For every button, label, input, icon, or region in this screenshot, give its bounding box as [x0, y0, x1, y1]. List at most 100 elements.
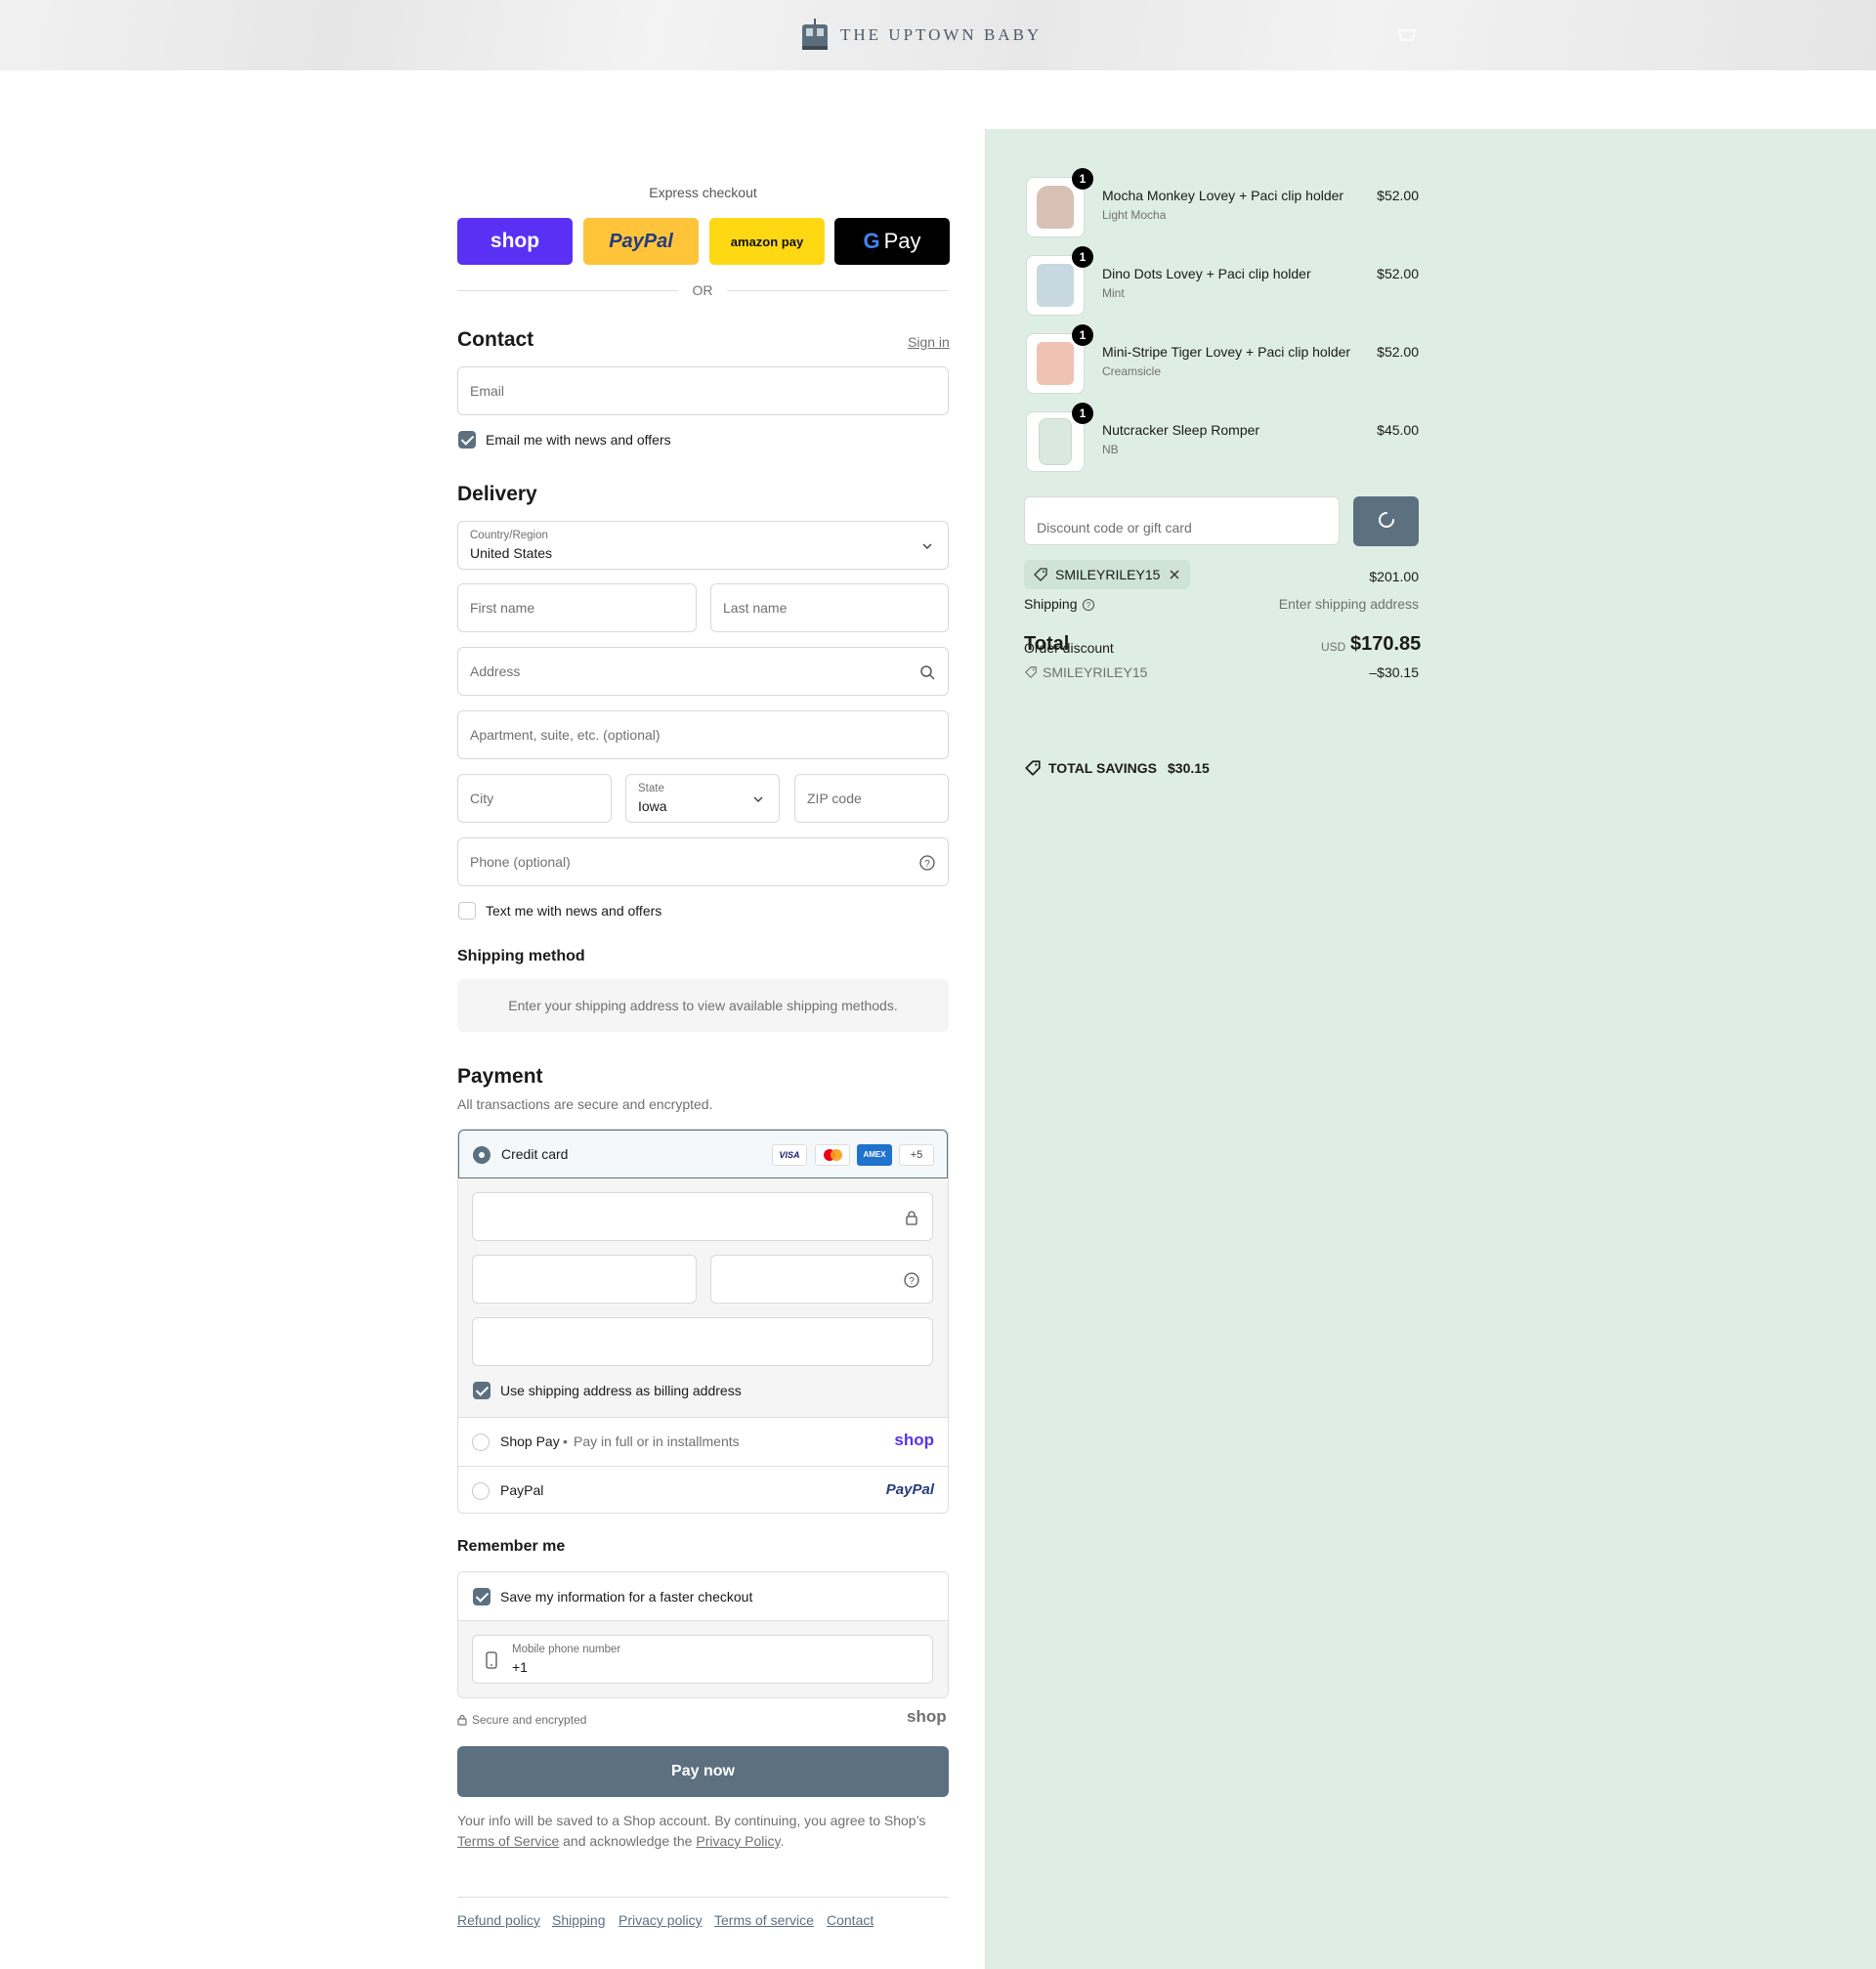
shop-pay-logo: shop	[894, 1431, 934, 1449]
line-item-price: $52.00	[1377, 188, 1419, 203]
name-on-card-input[interactable]	[472, 1317, 933, 1366]
text-checkbox[interactable]	[458, 902, 476, 920]
svg-text:?: ?	[909, 1276, 915, 1287]
paypal-option[interactable]: PayPal PayPal	[458, 1466, 948, 1513]
product-image	[1039, 418, 1072, 465]
cart-icon[interactable]	[1397, 26, 1417, 42]
help-circle-icon[interactable]: ?	[903, 1271, 920, 1289]
line-item-thumbnail: 1	[1026, 168, 1093, 237]
billing-address-checkbox[interactable]	[473, 1382, 490, 1399]
tag-icon	[1025, 666, 1037, 678]
total-savings-value: $30.15	[1168, 760, 1210, 776]
mobile-phone-value: +1	[512, 1659, 528, 1675]
secure-encrypted-text: Secure and encrypted	[472, 1713, 587, 1727]
quantity-badge: 1	[1072, 168, 1093, 190]
contact-link[interactable]: Contact	[827, 1912, 874, 1928]
discount-code-input[interactable]: Discount code or gift card	[1024, 496, 1340, 545]
more-cards-badge: +5	[899, 1144, 934, 1166]
header: THE UPTOWN BABY	[0, 0, 1876, 70]
disclaimer-end: .	[780, 1833, 785, 1849]
state-label: State	[638, 783, 664, 794]
terms-of-service-link[interactable]: Terms of Service	[457, 1833, 559, 1849]
shop-pay-subtitle: Pay in full or in installments	[574, 1434, 740, 1449]
paypal-radio[interactable]	[472, 1482, 490, 1500]
contact-heading: Contact	[457, 328, 534, 351]
shop-pay-express-button[interactable]: shop	[457, 218, 573, 265]
quantity-badge: 1	[1072, 246, 1093, 268]
product-image	[1037, 342, 1074, 385]
address-input[interactable]: Address	[457, 647, 949, 696]
shop-pay-logo: shop	[490, 230, 540, 252]
help-circle-icon[interactable]: ?	[918, 854, 936, 872]
store-logo[interactable]: THE UPTOWN BABY	[799, 18, 1042, 53]
shop-pay-radio[interactable]	[472, 1434, 490, 1451]
order-summary-panel	[985, 129, 1876, 1969]
country-select[interactable]: Country/Region United States	[457, 521, 949, 570]
line-item-name: Dino Dots Lovey + Paci clip holder	[1102, 266, 1311, 281]
google-pay-label: Pay	[883, 229, 921, 253]
line-item-name: Mini-Stripe Tiger Lovey + Paci clip hold…	[1102, 344, 1351, 360]
sign-in-link[interactable]: Sign in	[908, 334, 950, 350]
google-pay-express-button[interactable]: G Pay	[834, 218, 950, 265]
shipping-link[interactable]: Shipping	[552, 1912, 606, 1928]
apply-discount-button[interactable]	[1353, 496, 1419, 546]
product-image	[1037, 264, 1074, 307]
mobile-phone-icon	[486, 1651, 497, 1669]
privacy-policy-link[interactable]: Privacy Policy	[696, 1833, 780, 1849]
security-code-input[interactable]: ?	[710, 1255, 933, 1304]
privacy-policy-footer-link[interactable]: Privacy policy	[618, 1912, 703, 1928]
email-input[interactable]: Email	[457, 366, 949, 415]
line-item-variant: Light Mocha	[1102, 208, 1167, 222]
lock-icon	[906, 1211, 917, 1225]
total-value: $170.85	[1350, 633, 1422, 655]
discount-code-line: SMILEYRILEY15	[1043, 664, 1148, 680]
line-item-variant: Mint	[1102, 286, 1125, 300]
payment-heading: Payment	[457, 1065, 543, 1088]
amazon-pay-express-button[interactable]: amazon pay	[709, 218, 825, 265]
news-checkbox[interactable]	[458, 431, 476, 449]
paypal-express-button[interactable]: PayPal	[583, 218, 699, 265]
discount-amount: –$30.15	[1369, 664, 1419, 680]
line-item-price: $45.00	[1377, 422, 1419, 438]
total-label: Total	[1024, 633, 1070, 655]
payment-methods-box: Credit card VISA AMEX +5 ? Use shipping …	[457, 1129, 949, 1514]
save-info-checkbox[interactable]	[473, 1588, 490, 1605]
help-circle-icon[interactable]: ?	[1082, 598, 1095, 612]
zip-input[interactable]: ZIP code	[794, 774, 949, 823]
card-number-input[interactable]	[472, 1192, 933, 1241]
applied-discount-tag: SMILEYRILEY15	[1024, 560, 1190, 589]
refund-policy-link[interactable]: Refund policy	[457, 1912, 540, 1928]
address-placeholder: Address	[470, 663, 521, 679]
last-name-input[interactable]: Last name	[710, 583, 949, 632]
credit-card-option[interactable]: Credit card VISA AMEX +5	[458, 1130, 948, 1178]
expiration-input[interactable]	[472, 1255, 697, 1304]
divider-right	[727, 290, 949, 291]
payment-subtitle: All transactions are secure and encrypte…	[457, 1096, 713, 1112]
pay-now-button[interactable]: Pay now	[457, 1746, 949, 1797]
country-label: Country/Region	[470, 530, 548, 541]
express-checkout-title: Express checkout	[649, 185, 757, 200]
chevron-down-icon	[922, 543, 932, 550]
google-g-icon: G	[863, 229, 880, 253]
quantity-badge: 1	[1072, 324, 1093, 346]
phone-placeholder: Phone (optional)	[470, 854, 571, 870]
credit-card-radio[interactable]	[473, 1146, 490, 1164]
city-input[interactable]: City	[457, 774, 612, 823]
remember-me-box: Save my information for a faster checkou…	[457, 1571, 949, 1698]
currency-code: USD	[1321, 640, 1346, 654]
email-placeholder: Email	[470, 383, 505, 399]
state-select[interactable]: State Iowa	[625, 774, 780, 823]
line-item-name: Nutcracker Sleep Romper	[1102, 422, 1260, 438]
apartment-input[interactable]: Apartment, suite, etc. (optional)	[457, 710, 949, 759]
first-name-input[interactable]: First name	[457, 583, 697, 632]
shop-pay-option[interactable]: Shop Pay • Pay in full or in installment…	[458, 1417, 948, 1466]
quantity-badge: 1	[1072, 403, 1093, 424]
close-icon[interactable]	[1169, 569, 1180, 580]
phone-input[interactable]: Phone (optional) ?	[457, 837, 949, 886]
line-item-price: $52.00	[1377, 344, 1419, 360]
mobile-phone-label: Mobile phone number	[512, 1644, 621, 1655]
applied-discount-code: SMILEYRILEY15	[1055, 567, 1161, 582]
mobile-phone-input[interactable]: Mobile phone number +1	[472, 1635, 933, 1684]
visa-icon: VISA	[772, 1144, 807, 1166]
terms-of-service-footer-link[interactable]: Terms of service	[714, 1912, 814, 1928]
